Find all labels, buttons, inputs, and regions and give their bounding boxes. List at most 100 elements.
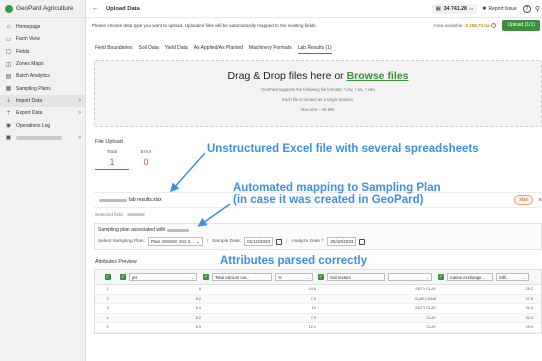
close-icon[interactable]: × xyxy=(538,197,542,204)
sidebar-item-sampling-plans[interactable]: ▦ Sampling Plans xyxy=(0,82,85,94)
dropzone-title-prefix: Drag & Drop files here or xyxy=(227,70,347,82)
table-cell: 8.2 xyxy=(195,315,201,320)
tab-machinery-formats[interactable]: Machinery Formats xyxy=(249,45,292,54)
annotation-excel-file: Unstructured Excel file with several spr… xyxy=(207,143,479,155)
help-icon[interactable]: ? xyxy=(522,4,531,13)
sidebar-item-zones-maps[interactable]: ◫ Zones Maps xyxy=(0,58,85,70)
column-checkbox[interactable]: ✓ xyxy=(318,274,324,280)
sidebar-item-label: Export Data xyxy=(16,110,43,117)
table-cell: 8.4 xyxy=(195,306,201,311)
chevron-down-icon: ⌄ xyxy=(306,274,310,280)
upload-button[interactable]: Upload (1/1) xyxy=(502,19,540,31)
divider: | xyxy=(286,239,288,244)
info-icon[interactable]: ? xyxy=(491,22,497,28)
log-icon: ◉ xyxy=(5,123,12,130)
attribute-name: Soil texture xyxy=(330,274,351,280)
sidebar-item-label: Homepage xyxy=(16,24,41,31)
analyze-date-input[interactable]: 25/10/2023 xyxy=(327,237,357,246)
table-cell: 8.2 xyxy=(195,296,201,301)
selected-field-redacted xyxy=(126,213,145,216)
sidebar-item-label: Import Data xyxy=(16,97,43,104)
sampling-plan-box: Sampling plan associated with Select Sam… xyxy=(94,223,542,250)
sidebar: GeoPard Agriculture ⌂ Homepage ▭ Farm View ▢… xyxy=(0,0,86,361)
file-name-redacted xyxy=(99,198,127,202)
sidebar-item-operations-log[interactable]: ◉ Operations Log xyxy=(0,119,85,131)
tab-as-applied-as-planted[interactable]: As Applied/As Planted xyxy=(194,45,243,54)
unit-select[interactable]: milli... ⌄ xyxy=(496,273,529,281)
chevron-down-icon: ⌄ xyxy=(425,274,429,280)
chevron-right-icon: > xyxy=(78,97,81,104)
user-icon[interactable]: ⚲ xyxy=(535,5,540,13)
data-type-tabs: Field Boundaries Soil Data Yield Data As Ap… xyxy=(95,45,338,54)
column-checkbox[interactable]: ✓ xyxy=(203,274,209,280)
chevron-down-icon: ⌄ xyxy=(522,274,526,280)
sample-date-value: 01/10/2023 xyxy=(247,239,271,244)
sidebar-item-account[interactable]: ▣ > xyxy=(0,132,85,144)
select-sampling-plan-label: Select Sampling Plan: xyxy=(98,239,145,244)
error-count-tab[interactable]: Error 0 xyxy=(129,150,163,170)
tab-soil-data[interactable]: Soil Data xyxy=(139,45,159,54)
sidebar-item-export-data[interactable]: ⇡ Export Data > xyxy=(0,107,85,119)
select-all-checkbox[interactable]: ✓ xyxy=(104,274,111,280)
column-header-cec: ✓ Cation exchange... milli... ⌄ xyxy=(438,273,535,281)
table-cell: SILTY CLAY xyxy=(415,306,436,311)
table-cell: 4 xyxy=(106,315,109,320)
attribute-name: Cation exchange... xyxy=(450,274,485,280)
annotation-mapping: Automated mapping to Sampling Plan (in c… xyxy=(233,182,441,206)
annotation-attributes: Attributes parsed correctly xyxy=(220,255,367,267)
divider: | xyxy=(206,239,209,244)
unit-select[interactable]: ⌄ xyxy=(388,273,432,281)
calendar-icon[interactable] xyxy=(359,238,366,245)
tab-field-boundaries[interactable]: Field Boundaries xyxy=(95,45,133,54)
area-value: 34 741.28 xyxy=(443,5,467,12)
brand[interactable]: GeoPard Agriculture xyxy=(0,0,85,18)
table-cell: CLAY xyxy=(426,325,436,330)
sidebar-item-fields[interactable]: ▢ Fields xyxy=(0,46,85,58)
column-checkbox[interactable]: ✓ xyxy=(438,274,444,280)
farm-icon: ▭ xyxy=(5,36,12,43)
sampling-plan-redacted xyxy=(167,228,190,232)
report-issue-label: Report Issue xyxy=(488,5,517,12)
column-header-texture: ✓ Soil texture ⌄ xyxy=(318,273,438,281)
brand-name: GeoPard Agriculture xyxy=(16,5,74,12)
attribute-select[interactable]: Cation exchange... xyxy=(447,273,493,281)
table-cell: 5 xyxy=(106,325,109,330)
select-all-cell: ✓ xyxy=(95,274,120,280)
dropzone[interactable]: Drag & Drop files here or Browse files G… xyxy=(94,60,542,127)
sample-date-input[interactable]: 01/10/2023 xyxy=(244,237,274,246)
topbar: ← Upload Data ▦ 34 741.28 ha ✱ Report Is… xyxy=(86,0,542,18)
sidebar-item-batch-analytics[interactable]: ▤ Batch Analytics xyxy=(0,70,85,82)
report-issue-button[interactable]: ✱ Report Issue xyxy=(482,6,517,12)
table-header: ✓ ✓ pH ⌄ ✓ Total calcium car... % ⌄ ✓ So… xyxy=(95,270,541,285)
area-unit: ha xyxy=(468,6,474,11)
sidebar-item-farm-view[interactable]: ▭ Farm View xyxy=(0,33,85,45)
unit-select[interactable]: % ⌄ xyxy=(275,273,313,281)
sidebar-item-import-data[interactable]: ⇣ Import Data > xyxy=(0,94,85,108)
selected-field-label: Selected field: xyxy=(95,212,124,217)
tab-yield-data[interactable]: Yield Data xyxy=(165,45,188,54)
table-row: 2 8.2 7.2 CLAY LOAM 27.8 xyxy=(95,294,541,304)
table-cell: CLAY LOAM xyxy=(414,296,436,301)
attribute-select[interactable]: Soil texture xyxy=(327,273,385,281)
area-chip[interactable]: ▦ 34 741.28 ha xyxy=(431,3,478,14)
attribute-select[interactable]: pH ⌄ xyxy=(129,273,197,281)
table-cell: 3 xyxy=(106,306,109,311)
browse-files-link[interactable]: Browse files xyxy=(347,70,409,82)
table-cell: 7.2 xyxy=(310,296,316,301)
attributes-table: ✓ ✓ pH ⌄ ✓ Total calcium car... % ⌄ ✓ So… xyxy=(94,269,542,334)
sidebar-item-label: Zones Maps xyxy=(16,61,44,68)
page-title: Upload Data xyxy=(106,5,140,12)
back-arrow-icon[interactable]: ← xyxy=(92,5,99,12)
sidebar-item-homepage[interactable]: ⌂ Homepage xyxy=(0,21,85,33)
attribute-select[interactable]: Total calcium car... xyxy=(212,273,272,281)
total-count-tab[interactable]: Total 1 xyxy=(95,150,129,170)
column-checkbox[interactable]: ✓ xyxy=(120,274,126,280)
table-cell: 7.9 xyxy=(310,315,316,320)
sampling-plan-select[interactable]: Plan Oct 2... ⌄ xyxy=(147,237,203,246)
calendar-icon[interactable] xyxy=(276,238,283,245)
table-cell: 1 xyxy=(106,287,109,292)
account-name-redacted xyxy=(16,135,62,140)
tab-lab-results-1[interactable]: Lab Results (1) xyxy=(297,45,332,54)
table-row: 3 8.4 12 SILTY CLAY 31.4 xyxy=(95,304,541,314)
table-cell: 8.3 xyxy=(195,325,201,330)
